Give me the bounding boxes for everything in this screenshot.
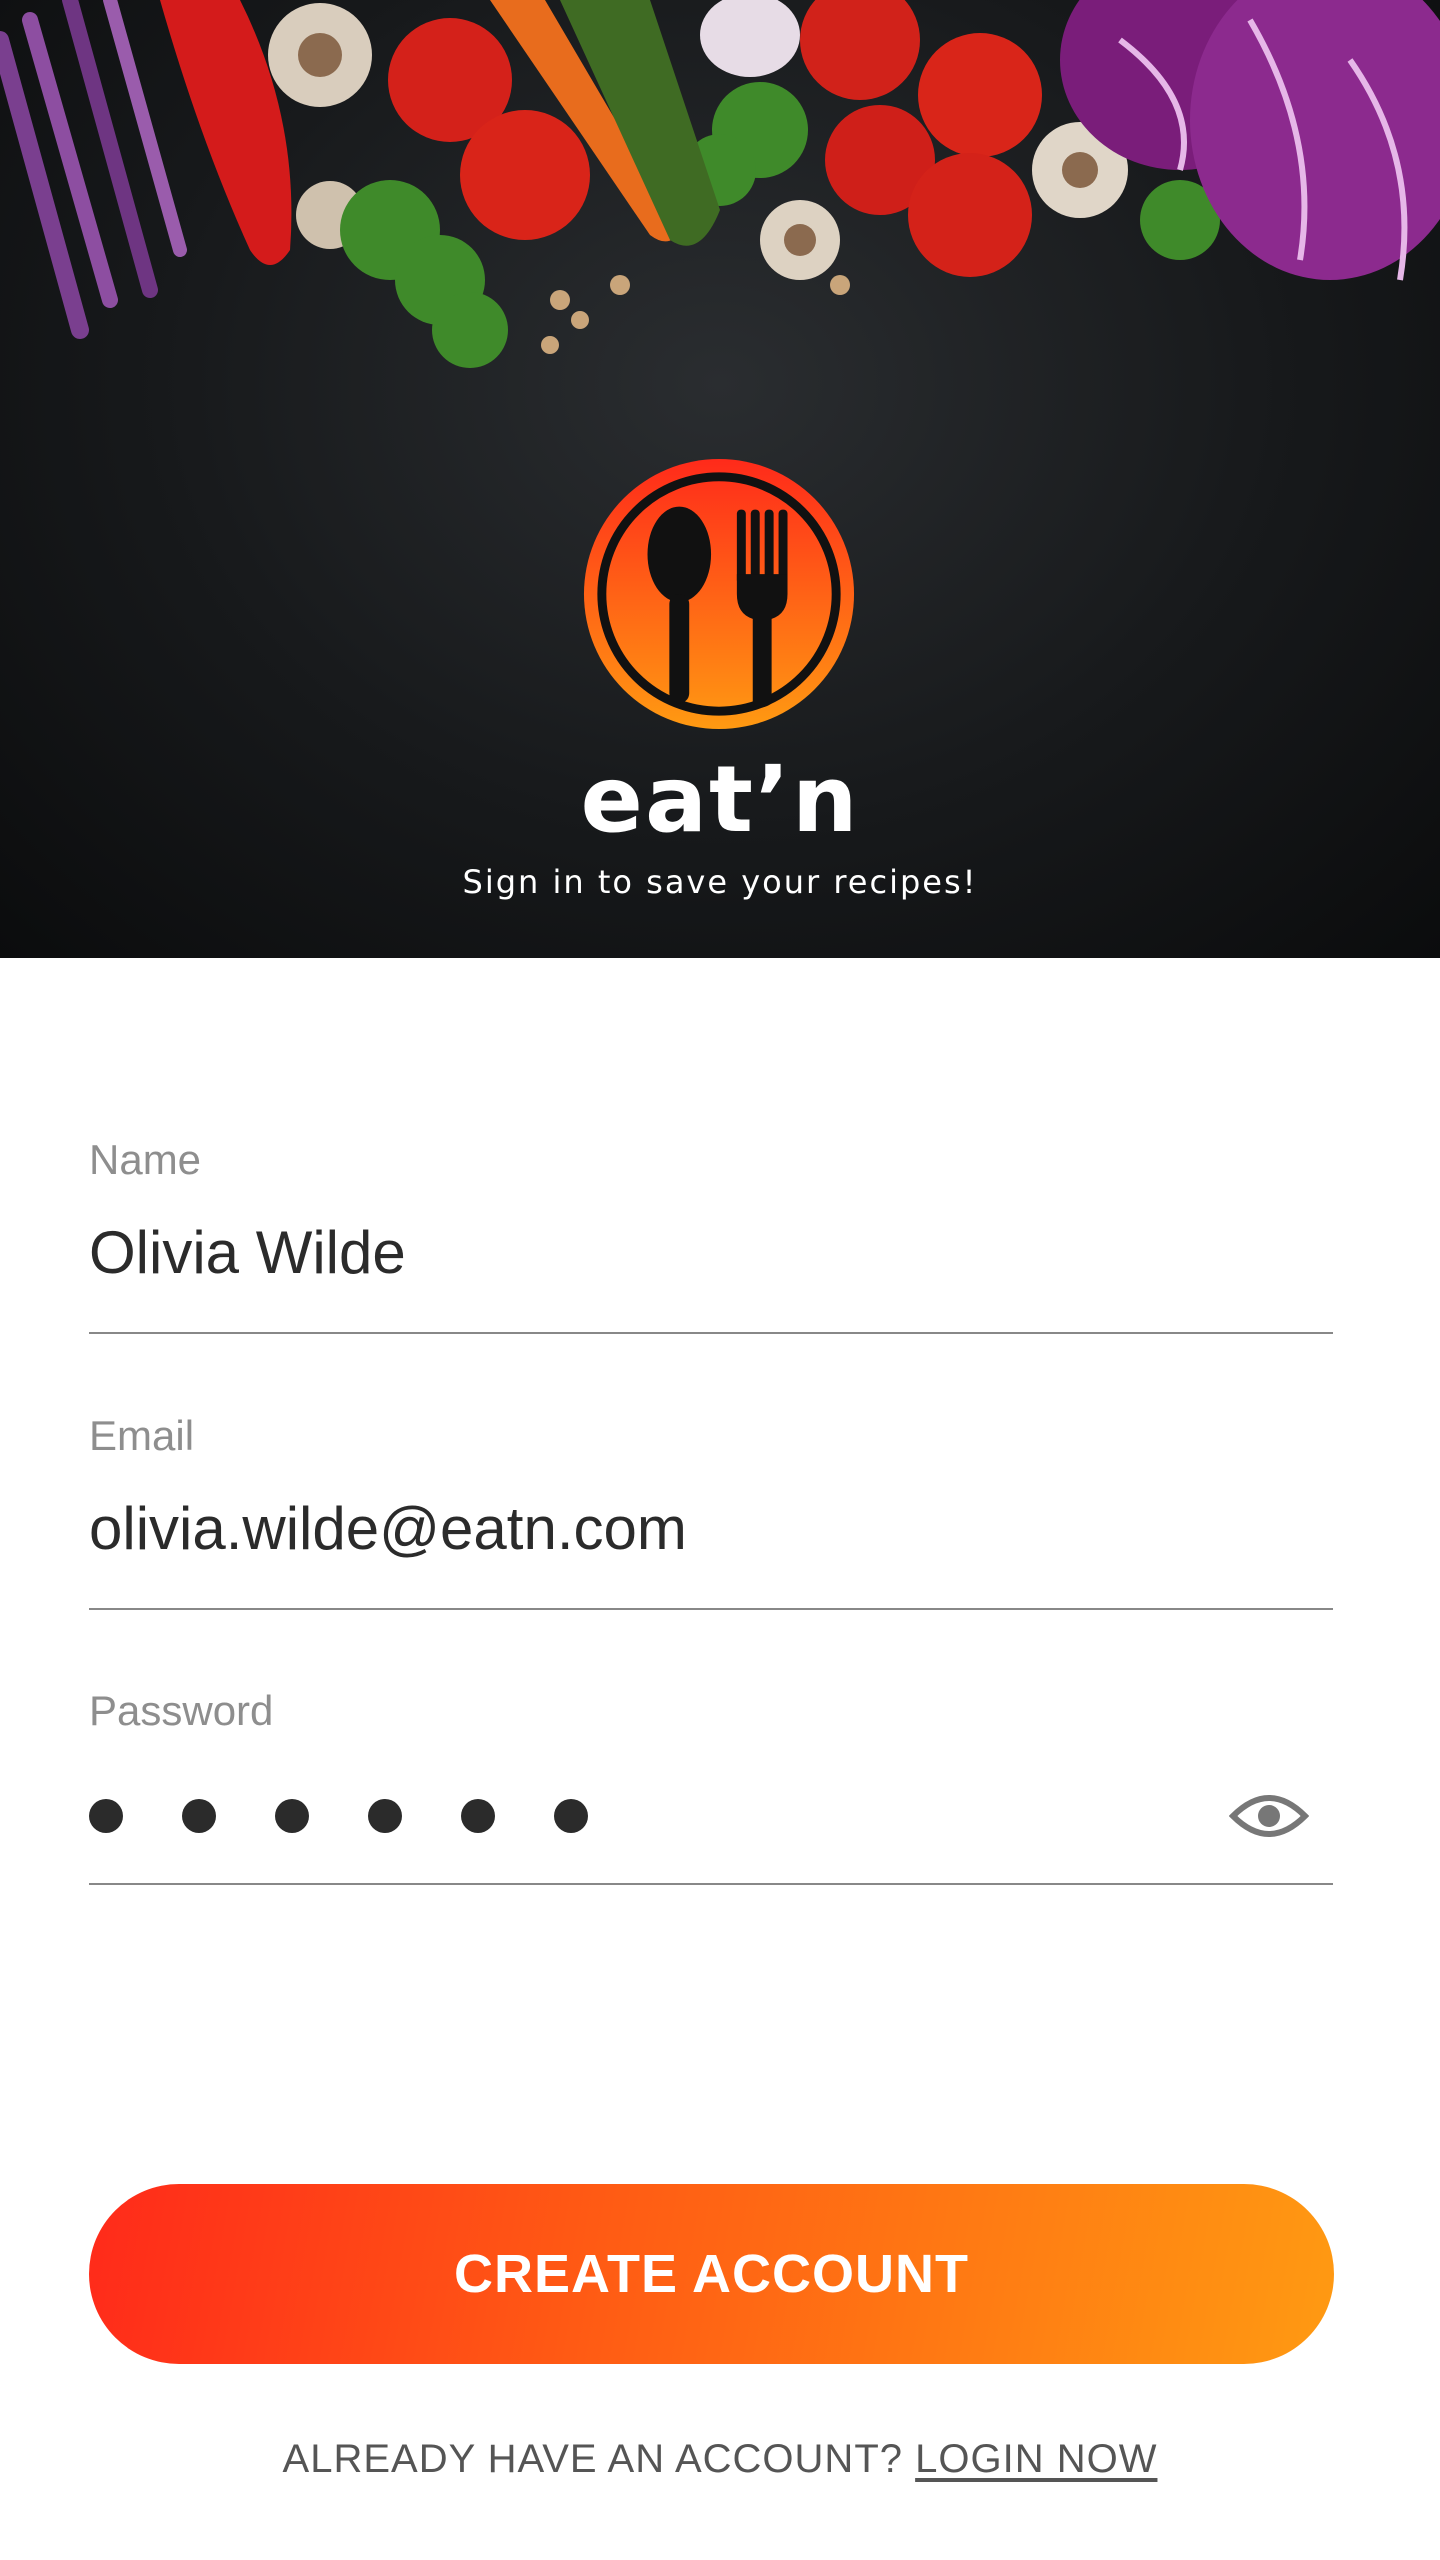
name-label: Name <box>89 1136 202 1183</box>
password-mask-dot <box>89 1799 123 1833</box>
signup-screen: eat’n Sign in to save your recipes! Name… <box>0 0 1440 2560</box>
password-mask-dot <box>182 1799 216 1833</box>
chickpeas <box>541 275 850 354</box>
password-input[interactable] <box>89 1796 647 1836</box>
password-mask-dot <box>275 1799 309 1833</box>
password-label: Password <box>89 1687 274 1734</box>
login-prompt: ALREADY HAVE AN ACCOUNT? LOGIN NOW <box>0 2433 1440 2485</box>
password-field[interactable]: Password <box>89 1686 1333 1936</box>
email-label: Email <box>89 1412 195 1459</box>
email-field[interactable]: Email olivia.wilde@eatn.com <box>89 1411 1333 1661</box>
brand-name: eat’n <box>580 746 860 853</box>
email-input[interactable]: olivia.wilde@eatn.com <box>89 1491 687 1567</box>
hero-header: eat’n Sign in to save your recipes! <box>0 0 1440 958</box>
garlic <box>700 0 800 77</box>
password-underline <box>89 1883 1333 1885</box>
asparagus <box>0 0 187 339</box>
already-have-account-text: ALREADY HAVE AN ACCOUNT? <box>282 2437 916 2481</box>
eatn-logo <box>583 458 855 730</box>
create-account-button[interactable]: CREATE ACCOUNT <box>89 2184 1334 2364</box>
name-underline <box>89 1332 1333 1334</box>
password-mask-dot <box>461 1799 495 1833</box>
tagline: Sign in to save your recipes! <box>462 863 978 901</box>
vegetables-illustration <box>0 0 1440 368</box>
email-underline <box>89 1608 1333 1610</box>
spoon-icon <box>647 506 712 602</box>
name-input[interactable]: Olivia Wilde <box>89 1215 406 1291</box>
red-cabbage <box>1060 0 1440 281</box>
name-field[interactable]: Name Olivia Wilde <box>89 1135 1333 1385</box>
login-now-link[interactable]: LOGIN NOW <box>915 2437 1157 2481</box>
password-mask-dot <box>554 1799 588 1833</box>
eye-icon[interactable] <box>1229 1786 1309 1846</box>
password-mask-dot <box>368 1799 402 1833</box>
